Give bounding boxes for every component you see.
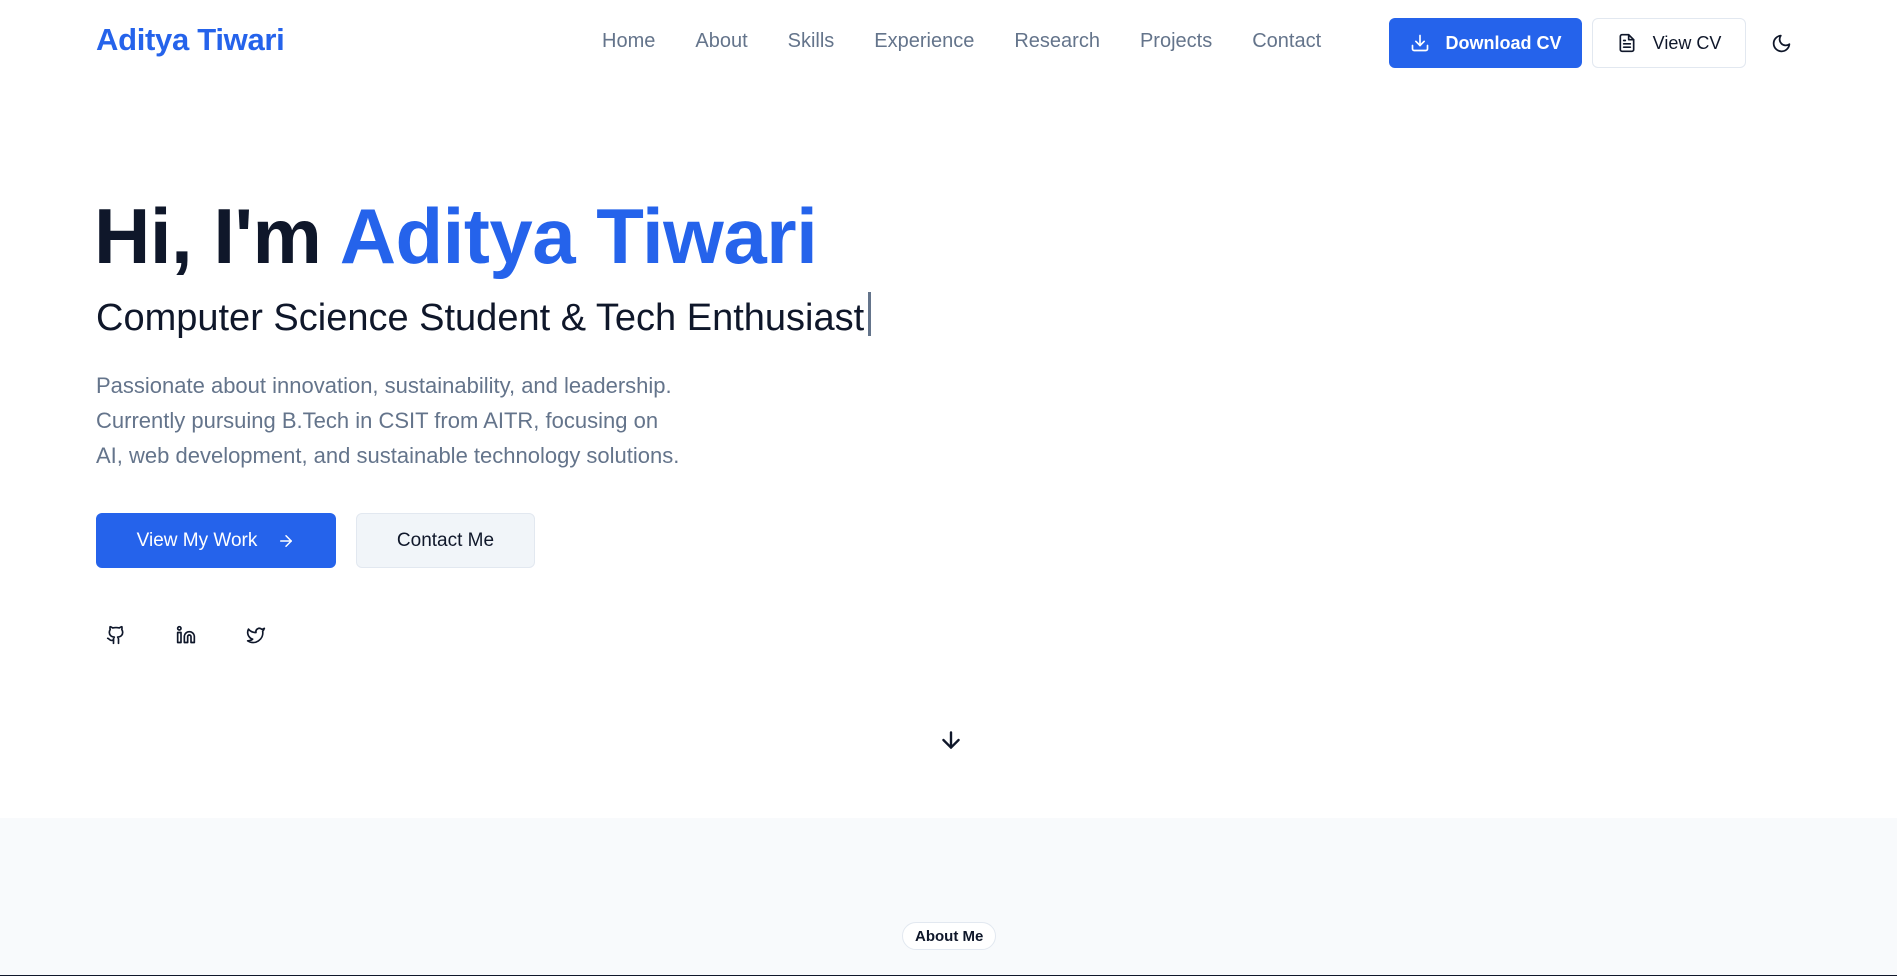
arrow-right-icon (277, 532, 295, 550)
download-cv-button[interactable]: Download CV (1389, 18, 1582, 68)
about-badge: About Me (902, 922, 997, 950)
nav-link-skills[interactable]: Skills (788, 30, 835, 53)
hero-title: Hi, I'm Aditya Tiwari (94, 190, 818, 282)
nav-link-projects[interactable]: Projects (1140, 30, 1212, 53)
site-logo[interactable]: Aditya Tiwari (96, 22, 285, 58)
hero-description-line: AI, web development, and sustainable tec… (96, 443, 680, 468)
download-icon (1410, 33, 1430, 53)
theme-toggle-button[interactable] (1762, 24, 1800, 62)
navbar: Aditya Tiwari Home About Skills Experien… (0, 0, 1897, 86)
about-section: About Me (0, 818, 1897, 976)
github-icon (106, 625, 126, 645)
nav-link-about[interactable]: About (695, 30, 747, 53)
view-cv-button[interactable]: View CV (1592, 18, 1746, 68)
main-nav: Home About Skills Experience Research Pr… (602, 30, 1361, 53)
typing-cursor (868, 292, 872, 336)
twitter-icon (246, 625, 266, 645)
linkedin-icon (176, 625, 196, 645)
view-my-work-button[interactable]: View My Work (96, 513, 336, 568)
linkedin-link[interactable] (166, 615, 206, 655)
nav-link-home[interactable]: Home (602, 30, 655, 53)
hero-subtitle: Computer Science Student & Tech Enthusia… (96, 292, 872, 342)
contact-me-label: Contact Me (396, 529, 495, 551)
view-my-work-label: View My Work (136, 529, 258, 551)
twitter-link[interactable] (236, 615, 276, 655)
hero-description-line: Passionate about innovation, sustainabil… (96, 373, 672, 398)
contact-me-button[interactable]: Contact Me (356, 513, 535, 568)
nav-link-research[interactable]: Research (1014, 30, 1100, 53)
moon-icon (1771, 33, 1792, 54)
github-link[interactable] (96, 615, 136, 655)
file-text-icon (1617, 33, 1637, 53)
hero-description-line: Currently pursuing B.Tech in CSIT from A… (96, 408, 659, 433)
hero-name: Aditya Tiwari (339, 192, 818, 280)
scroll-down-button[interactable] (933, 720, 969, 760)
hero-greeting: Hi, I'm (94, 192, 340, 280)
hero-subtitle-text: Computer Science Student & Tech Enthusia… (96, 297, 865, 339)
download-cv-label: Download CV (1445, 32, 1562, 53)
nav-link-contact[interactable]: Contact (1252, 30, 1321, 53)
social-links (96, 615, 276, 655)
view-cv-label: View CV (1652, 32, 1722, 53)
arrow-down-icon (938, 727, 964, 753)
hero-description: Passionate about innovation, sustainabil… (96, 368, 776, 473)
nav-link-experience[interactable]: Experience (874, 30, 974, 53)
